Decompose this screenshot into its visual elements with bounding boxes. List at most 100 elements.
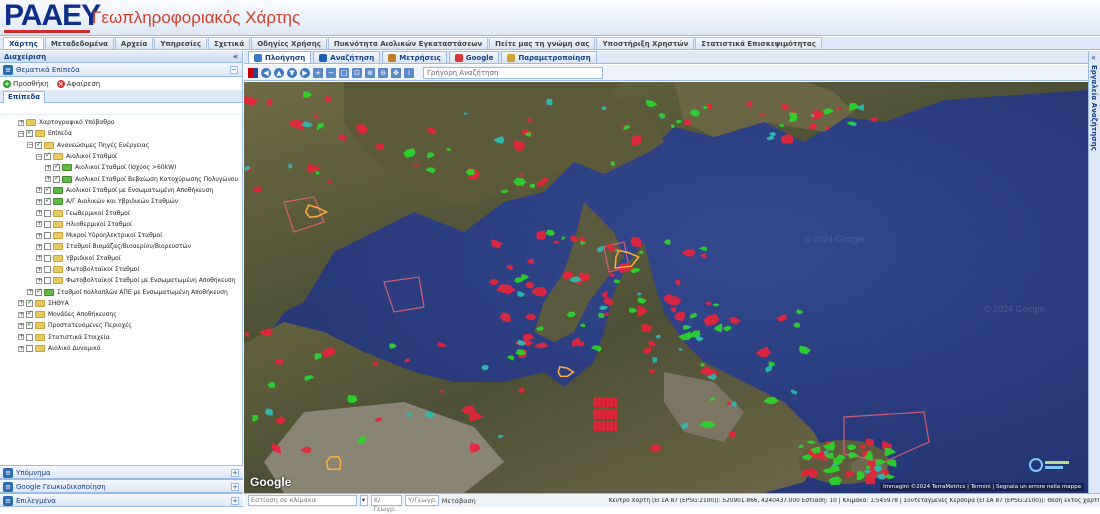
collapse-section-icon[interactable]: − — [230, 66, 238, 74]
layer-tree-node[interactable]: + Μικροί Υδροηλεκτρικοί Σταθμοί — [0, 230, 242, 241]
layer-checkbox[interactable] — [44, 243, 51, 251]
expand-right-icon[interactable]: « — [1091, 53, 1096, 62]
layer-tree-node[interactable]: + Ηλιοθερμικοί Σταθμοί — [0, 219, 242, 230]
scale-select[interactable]: Εστίαση σε κλίμακα — [248, 495, 357, 506]
expand-icon[interactable]: + — [27, 289, 33, 296]
layer-tree-node[interactable]: − Επίπεδα — [0, 128, 242, 139]
expand-icon[interactable]: + — [36, 277, 42, 284]
layer-checkbox[interactable] — [26, 309, 33, 319]
bottom-section-1[interactable]: ≡ Google Γεωκωδικοποίηση + — [0, 479, 243, 493]
expand-icon[interactable]: + — [36, 221, 42, 228]
zoom-box-icon[interactable]: □ — [339, 67, 349, 78]
flag-gb-icon[interactable] — [248, 67, 258, 78]
layer-checkbox[interactable] — [44, 209, 51, 217]
expand-section-icon[interactable]: + — [231, 497, 239, 505]
layer-tree-node[interactable]: − Αιολικοί Σταθμοί — [0, 151, 242, 162]
layer-checkbox[interactable] — [44, 151, 51, 161]
layer-tree-node[interactable]: + Αιολικοί Σταθμοί (Ισχύος >60kW) — [0, 162, 242, 173]
layer-tree-node[interactable]: + Σταθμοί Βιομάζας/Βιοαερίου/Βιορευστών — [0, 241, 242, 252]
add-layer-button[interactable]: + Προσθήκη — [3, 77, 49, 90]
remove-layer-button[interactable]: × Αφαίρεση — [56, 77, 100, 90]
layer-tree-node[interactable]: + Σταθμοί πολλαπλών ΑΠΕ με Ενσωματωμένη Α… — [0, 286, 242, 297]
tab-main-4[interactable]: Σχετικά — [208, 37, 251, 49]
chevron-down-icon[interactable]: ▾ — [359, 495, 368, 506]
layer-checkbox[interactable] — [44, 254, 51, 262]
bottom-section-2[interactable]: ≡ Επιλεγμένα + — [0, 493, 243, 507]
collapse-icon[interactable]: − — [18, 130, 24, 137]
tab-main-0[interactable]: Χάρτης — [3, 37, 44, 49]
tab-map-4[interactable]: Παραμετροποίηση — [501, 51, 597, 63]
zoom-out-area-icon[interactable]: ⊖ — [378, 67, 388, 78]
layer-checkbox[interactable] — [53, 174, 60, 183]
layer-tree-node[interactable]: + Αιολικοί Σταθμοί Βεβαίωση Κατοχύρωσης Π… — [0, 173, 242, 184]
info-icon[interactable]: i — [404, 67, 414, 78]
layer-checkbox[interactable] — [26, 345, 33, 353]
expand-icon[interactable]: + — [18, 345, 24, 352]
layer-tree-node[interactable]: + Προστατευόμενες Περιοχές — [0, 320, 242, 331]
tab-map-3[interactable]: Google — [448, 51, 500, 63]
layer-checkbox[interactable] — [35, 140, 42, 149]
quick-search-input[interactable]: Γρήγορη Αναζήτηση — [423, 66, 603, 79]
collapse-icon[interactable]: − — [27, 142, 33, 149]
expand-section-icon[interactable]: + — [231, 483, 239, 491]
layer-tree-node[interactable]: + Αιολικό Δυναμικό — [0, 343, 242, 354]
layer-tree-node[interactable]: + Φωτοβολταϊκοί Σταθμοί με Ενσωματωμένη Α… — [0, 275, 242, 286]
expand-section-icon[interactable]: + — [231, 469, 239, 477]
layer-checkbox[interactable] — [44, 185, 51, 194]
go-button[interactable]: Μετάβαση — [442, 497, 476, 505]
layer-checkbox[interactable] — [44, 196, 51, 206]
tab-main-7[interactable]: Πείτε μας τη γνώμη σας — [489, 37, 596, 49]
layer-checkbox[interactable] — [44, 277, 51, 285]
tab-main-5[interactable]: Οδηγίες Χρήσης — [251, 37, 327, 49]
expand-icon[interactable]: + — [36, 243, 42, 250]
layer-tree-node[interactable]: + Μονάδες Αποθήκευσης — [0, 309, 242, 320]
forward-icon[interactable]: ▶ — [300, 67, 310, 78]
zoom-extent-icon[interactable]: ⊡ — [352, 67, 362, 78]
tab-map-0[interactable]: Πλοήγηση — [248, 51, 312, 63]
thematic-layers-header[interactable]: ≡ Θεματικά Επίπεδα − — [0, 63, 242, 77]
collapse-left-button[interactable]: « — [233, 51, 238, 63]
layer-checkbox[interactable] — [26, 298, 33, 307]
map-canvas[interactable]: © 2024 Google © 2024 Google Google Immag… — [244, 82, 1088, 493]
layer-tree-node[interactable]: + Στατιστικά Στοιχεία — [0, 332, 242, 343]
layer-checkbox[interactable] — [44, 266, 51, 273]
tab-main-3[interactable]: Υπηρεσίες — [154, 37, 208, 49]
satellite-map[interactable]: © 2024 Google © 2024 Google — [244, 82, 1088, 493]
down-icon[interactable]: ▼ — [287, 67, 297, 78]
zoom-out-icon[interactable]: − — [326, 67, 336, 78]
expand-icon[interactable]: + — [36, 266, 42, 273]
expand-icon[interactable]: + — [45, 164, 51, 171]
layer-checkbox[interactable] — [44, 232, 51, 240]
expand-icon[interactable]: + — [45, 176, 51, 183]
layer-checkbox[interactable] — [26, 128, 33, 138]
expand-icon[interactable]: + — [18, 322, 24, 329]
tab-main-1[interactable]: Μεταδεδομένα — [44, 37, 114, 49]
tab-main-8[interactable]: Υποστήριξη Χρηστών — [596, 37, 695, 49]
layer-checkbox[interactable] — [53, 162, 60, 172]
tab-main-9[interactable]: Στατιστικά Επισκεψιμότητας — [695, 37, 822, 49]
layer-tree-node[interactable]: − Ανανεώσιμες Πηγές Ενέργειας — [0, 140, 242, 151]
tab-layers[interactable]: Επίπεδα — [3, 91, 46, 103]
up-icon[interactable]: ▲ — [274, 67, 284, 78]
layer-checkbox[interactable] — [35, 287, 42, 296]
bottom-section-0[interactable]: ≡ Υπόμνημα + — [0, 465, 243, 479]
layer-tree-node[interactable]: + Α/Γ Αιολικών και Υβριδικών Σταθμών — [0, 196, 242, 207]
expand-icon[interactable]: + — [36, 210, 42, 217]
expand-icon[interactable]: + — [36, 198, 42, 205]
zoom-in-area-icon[interactable]: ⊕ — [365, 67, 375, 78]
zoom-in-icon[interactable]: + — [313, 67, 323, 78]
map-credits[interactable]: Immagini ©2024 TerraMetrics | Termini | … — [880, 483, 1084, 491]
collapse-icon[interactable]: − — [36, 153, 42, 160]
y-coordinate-input[interactable]: Υ/Γεωγρ. — [405, 495, 439, 506]
layer-checkbox[interactable] — [26, 333, 33, 341]
layer-tree-node[interactable]: + Αιολικοί Σταθμοί με Ενσωματωμένη Αποθήκ… — [0, 185, 242, 196]
expand-icon[interactable]: + — [18, 334, 24, 341]
back-icon[interactable]: ◀ — [261, 67, 271, 78]
expand-icon[interactable]: + — [18, 311, 24, 318]
layer-tree-node[interactable]: + Υβριδικοί Σταθμοί — [0, 253, 242, 264]
expand-icon[interactable]: + — [18, 119, 24, 126]
layer-checkbox[interactable] — [44, 220, 51, 228]
tab-map-1[interactable]: Αναζήτηση — [313, 51, 381, 63]
layer-tree-node[interactable]: + Γεωθερμικοί Σταθμοί — [0, 207, 242, 218]
tab-main-2[interactable]: Αρχεία — [114, 37, 154, 49]
